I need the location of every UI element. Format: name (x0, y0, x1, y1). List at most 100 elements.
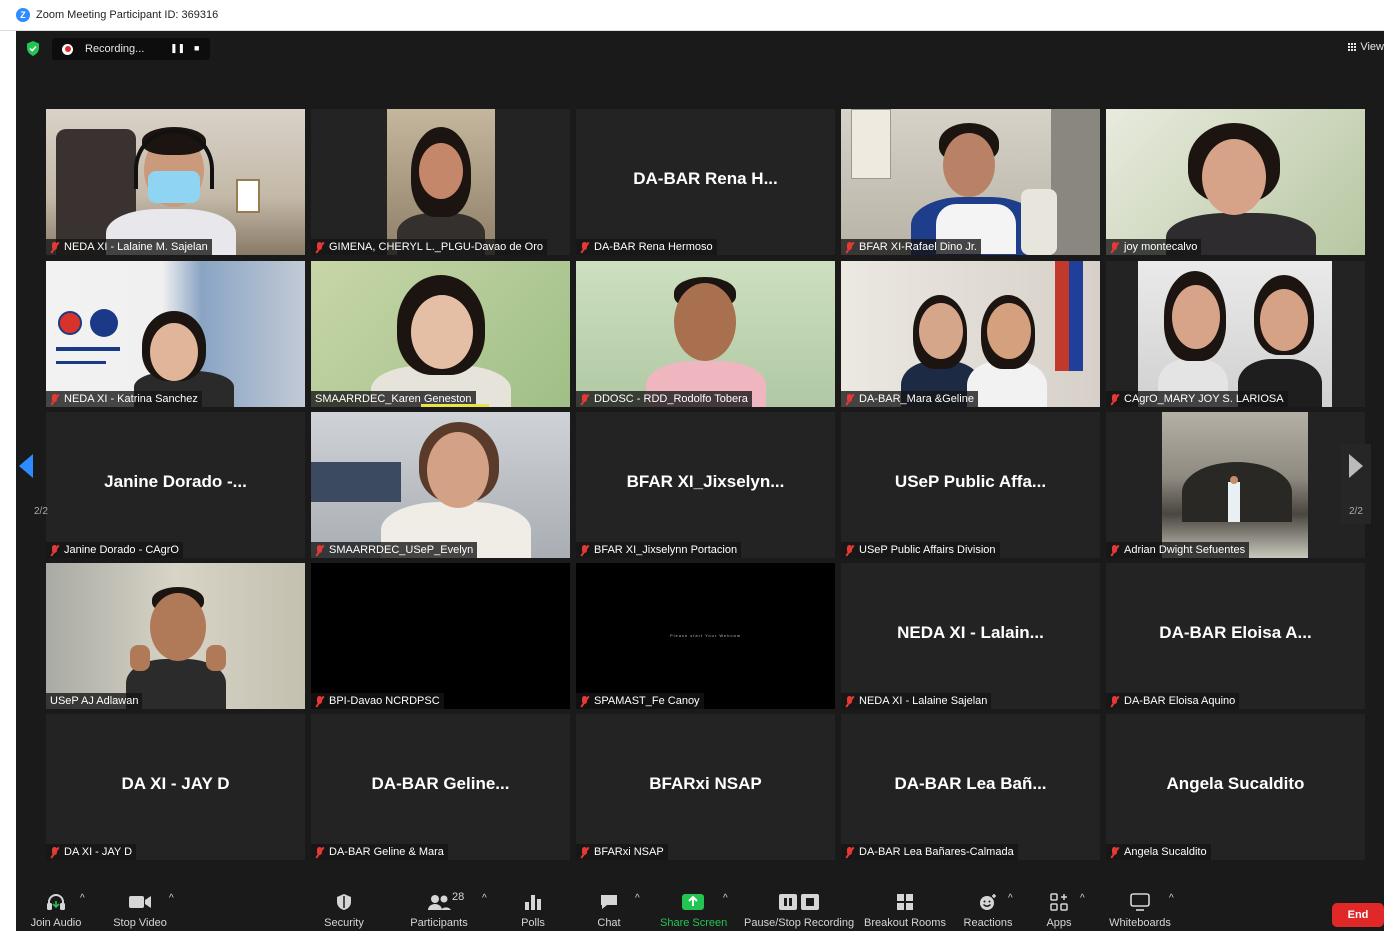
video-tile[interactable]: DA-BAR_Mara &Geline (841, 261, 1100, 407)
pause-stop-recording-icon (779, 894, 819, 910)
mic-muted-icon (315, 241, 324, 253)
participants-button[interactable]: 28 Participants (406, 891, 472, 929)
participant-name-label: DA-BAR Geline & Mara (311, 844, 448, 860)
video-tile[interactable]: DDOSC - RDD_Rodolfo Tobera (576, 261, 835, 407)
view-button[interactable]: View (1348, 41, 1384, 53)
participant-name-label: BFAR XI_Jixselynn Portacion (576, 542, 742, 558)
video-tile[interactable]: GIMENA, CHERYL L._PLGU-Davao de Oro (311, 109, 570, 255)
participant-video (1162, 412, 1308, 558)
mic-muted-icon (50, 393, 59, 405)
stop-video-button[interactable]: Stop Video (112, 891, 168, 929)
polls-label: Polls (521, 917, 545, 929)
mic-muted-icon (315, 544, 324, 556)
video-tile[interactable]: DA-BAR Eloisa A... DA-BAR Eloisa Aquino (1106, 563, 1365, 709)
participant-name-label: DDOSC - RDD_Rodolfo Tobera (576, 391, 752, 407)
video-tile[interactable]: Adrian Dwight Sefuentes (1106, 412, 1365, 558)
end-meeting-button[interactable]: End (1332, 903, 1384, 927)
participants-options-chevron-icon[interactable]: ^ (482, 893, 487, 904)
share-screen-button[interactable]: Share Screen (660, 891, 728, 929)
participant-name-label: SMAARRDEC_USeP_Evelyn (311, 542, 478, 558)
video-tile[interactable]: DA-BAR Lea Bañ... DA-BAR Lea Bañares-Cal… (841, 714, 1100, 860)
mic-muted-icon (580, 393, 589, 405)
video-tile[interactable]: DA-BAR Rena H... DA-BAR Rena Hermoso (576, 109, 835, 255)
apps-button[interactable]: Apps (1042, 891, 1076, 929)
apps-options-chevron-icon[interactable]: ^ (1080, 893, 1085, 904)
mic-muted-icon (315, 695, 324, 707)
video-tile[interactable]: SMAARRDEC_Karen Geneston (311, 261, 570, 407)
participant-name-label: CAgrO_MARY JOY S. LARIOSA (1106, 391, 1288, 407)
participant-name-label: BFAR XI-Rafael Dino Jr. (841, 239, 981, 255)
polls-button[interactable]: Polls (516, 891, 550, 929)
mic-muted-icon (1110, 695, 1119, 707)
page-indicator-right: 2/2 (1349, 506, 1363, 517)
next-page-button[interactable]: 2/2 (1341, 444, 1371, 524)
view-label: View (1360, 41, 1384, 53)
previous-page-button[interactable]: 2/2 (16, 444, 52, 524)
video-tile[interactable]: BPI-Davao NCRDPSC (311, 563, 570, 709)
mic-muted-icon (580, 544, 589, 556)
encryption-shield-icon[interactable] (26, 41, 40, 56)
pause-stop-recording-button[interactable]: Pause/Stop Recording (744, 891, 854, 929)
participant-name-label: SPAMAST_Fe Canoy (576, 693, 704, 709)
window-left-edge (0, 31, 16, 931)
window-title: Zoom Meeting Participant ID: 369316 (36, 9, 219, 21)
stop-recording-icon[interactable]: ■ (194, 43, 199, 53)
video-tile[interactable]: USeP AJ Adlawan (46, 563, 305, 709)
security-shield-icon (337, 894, 351, 910)
grid-view-icon (1348, 43, 1357, 51)
video-tile[interactable]: Please start Your Webcam SPAMAST_Fe Cano… (576, 563, 835, 709)
video-tile[interactable]: Janine Dorado -... Janine Dorado - CAgrO (46, 412, 305, 558)
whiteboards-button[interactable]: Whiteboards (1104, 891, 1176, 929)
meeting-toolbar: Join Audio ^ Stop Video ^ Security 28 Pa… (16, 885, 1384, 931)
video-tile[interactable]: joy montecalvo (1106, 109, 1365, 255)
video-tile[interactable]: Angela Sucaldito Angela Sucaldito (1106, 714, 1365, 860)
audio-options-chevron-icon[interactable]: ^ (80, 893, 85, 904)
video-tile[interactable]: USeP Public Affa... USeP Public Affairs … (841, 412, 1100, 558)
video-tile[interactable]: SMAARRDEC_USeP_Evelyn (311, 412, 570, 558)
security-label: Security (324, 917, 364, 929)
participants-label: Participants (410, 917, 468, 929)
video-tile[interactable]: DA XI - JAY D DA XI - JAY D (46, 714, 305, 860)
video-tile[interactable]: BFAR XI_Jixselyn... BFAR XI_Jixselynn Po… (576, 412, 835, 558)
join-audio-button[interactable]: Join Audio (30, 891, 82, 929)
participant-display-name: DA XI - JAY D (121, 774, 230, 793)
video-tile[interactable]: BFAR XI-Rafael Dino Jr. (841, 109, 1100, 255)
pause-recording-icon[interactable]: ❚❚ (170, 43, 185, 54)
participant-name-label: BPI-Davao NCRDPSC (311, 693, 444, 709)
participant-video (576, 261, 835, 407)
apps-icon (1050, 893, 1068, 911)
mic-muted-icon (845, 241, 854, 253)
breakout-rooms-button[interactable]: Breakout Rooms (864, 891, 946, 929)
participant-video (311, 261, 570, 407)
mic-muted-icon (50, 846, 59, 858)
participant-display-name: Janine Dorado -... (104, 472, 247, 491)
video-tile[interactable]: BFARxi NSAP BFARxi NSAP (576, 714, 835, 860)
breakout-rooms-label: Breakout Rooms (864, 917, 946, 929)
security-button[interactable]: Security (318, 891, 370, 929)
pause-stop-recording-label: Pause/Stop Recording (744, 917, 855, 929)
share-options-chevron-icon[interactable]: ^ (723, 893, 728, 904)
share-screen-label: Share Screen (660, 917, 728, 929)
whiteboard-icon (1130, 893, 1150, 911)
video-tile[interactable]: NEDA XI - Katrina Sanchez (46, 261, 305, 407)
participant-name-label: USeP AJ Adlawan (46, 693, 143, 709)
video-options-chevron-icon[interactable]: ^ (169, 893, 174, 904)
stop-video-label: Stop Video (113, 917, 167, 929)
whiteboards-options-chevron-icon[interactable]: ^ (1169, 893, 1174, 904)
video-tile[interactable]: CAgrO_MARY JOY S. LARIOSA (1106, 261, 1365, 407)
participant-name-label: joy montecalvo (1106, 239, 1202, 255)
mic-muted-icon (845, 544, 854, 556)
reactions-options-chevron-icon[interactable]: ^ (1008, 893, 1013, 904)
video-tile[interactable]: NEDA XI - Lalaine M. Sajelan (46, 109, 305, 255)
video-tile[interactable]: NEDA XI - Lalain... NEDA XI - Lalaine Sa… (841, 563, 1100, 709)
apps-label: Apps (1046, 917, 1072, 929)
participant-name-label: Angela Sucaldito (1106, 844, 1211, 860)
chat-options-chevron-icon[interactable]: ^ (635, 893, 640, 904)
chat-bubble-icon (601, 895, 617, 909)
participant-video (311, 412, 570, 558)
video-tile[interactable]: DA-BAR Geline... DA-BAR Geline & Mara (311, 714, 570, 860)
participant-name-label: NEDA XI - Katrina Sanchez (46, 391, 202, 407)
chat-label: Chat (597, 917, 621, 929)
reactions-smiley-icon (980, 894, 996, 910)
chat-button[interactable]: Chat (594, 891, 624, 929)
